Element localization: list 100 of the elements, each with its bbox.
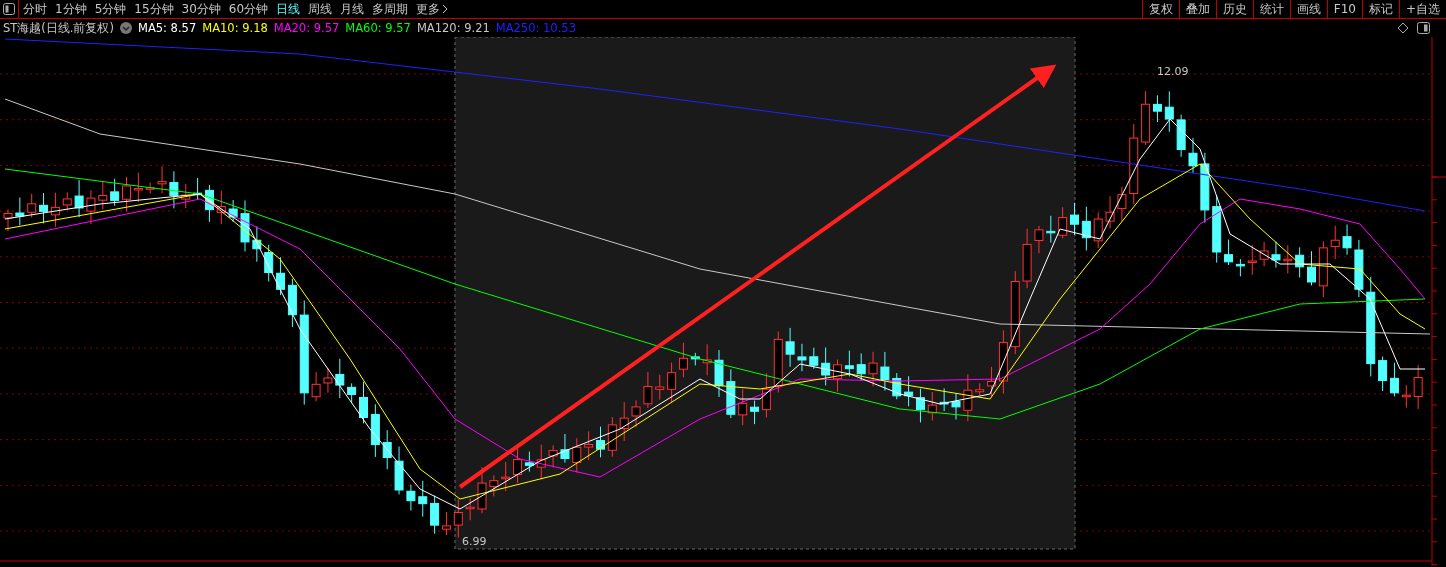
candlestick: [1271, 241, 1281, 269]
candlestick: [619, 401, 629, 442]
candlestick: [785, 327, 795, 368]
toolbar-button[interactable]: 历史: [1215, 0, 1253, 18]
candlestick: [1247, 244, 1257, 276]
candlestick: [228, 199, 238, 223]
candlestick: [678, 342, 688, 378]
candlestick: [714, 349, 724, 398]
candlestick: [915, 388, 925, 423]
candlestick: [39, 192, 49, 224]
candlestick: [797, 343, 807, 372]
candlestick: [181, 183, 191, 209]
panel-toggle-icon[interactable]: [1417, 22, 1430, 34]
candlestick: [311, 371, 321, 402]
candlestick: [15, 196, 25, 226]
candlestick: [963, 373, 973, 422]
candlestick: [927, 391, 937, 421]
candlestick: [868, 351, 878, 387]
period-tab[interactable]: 30分钟: [177, 0, 225, 18]
candlestick: [1105, 195, 1115, 229]
high-price-label: 12.09: [1157, 65, 1189, 78]
candlestick: [1307, 250, 1316, 286]
candlestick: [1034, 225, 1044, 254]
candlestick: [145, 182, 155, 194]
candlestick: [1354, 239, 1364, 298]
period-tab[interactable]: 分时: [19, 0, 51, 18]
candlestick: [1200, 152, 1210, 224]
candlestick: [1378, 356, 1388, 392]
candlestick: [359, 381, 368, 424]
candlestick: [833, 359, 842, 393]
candlestick: [264, 244, 274, 282]
candlestick: [1259, 241, 1269, 267]
candlestick: [110, 178, 120, 207]
candlestick: [276, 256, 286, 296]
candlestick: [880, 351, 890, 392]
candlestick: [252, 225, 262, 263]
candlestick: [1188, 137, 1198, 174]
candlestick: [773, 331, 783, 394]
candlestick: [1058, 206, 1068, 239]
candlestick: [1022, 228, 1032, 289]
toolbar-button[interactable]: 复权: [1141, 0, 1179, 18]
candlestick: [809, 347, 819, 370]
candlestick: [335, 358, 345, 399]
candlestick: [738, 388, 748, 426]
candlestick: [702, 343, 712, 376]
candlestick: [1164, 90, 1174, 133]
toolbar-button[interactable]: 统计: [1252, 0, 1290, 18]
indicator-value: MA5: 8.57: [137, 21, 197, 35]
period-tab[interactable]: 周线: [304, 0, 337, 18]
candlestick: [821, 346, 831, 386]
period-tab[interactable]: 多周期: [368, 0, 413, 18]
candlestick: [1330, 225, 1340, 260]
candlestick: [27, 193, 37, 219]
toolbar-button[interactable]: 画线: [1289, 0, 1327, 18]
low-price-label: 6.99: [462, 535, 487, 548]
candlestick: [169, 170, 179, 209]
candlestick: [548, 444, 558, 468]
period-tab[interactable]: 日线: [272, 0, 305, 18]
candlestick: [1117, 186, 1127, 222]
candlestick: [1176, 114, 1186, 158]
period-tab[interactable]: 60分钟: [224, 0, 273, 18]
panel-toggle-icon[interactable]: [0, 0, 19, 18]
candlestick: [1070, 202, 1079, 236]
candlestick: [133, 172, 143, 203]
candlestick: [904, 375, 914, 407]
candlestick: [856, 352, 866, 382]
diamond-icon[interactable]: [1397, 22, 1409, 34]
candlestick: [477, 466, 487, 514]
candlestick: [1318, 240, 1328, 298]
candlestick: [406, 484, 416, 512]
candlestick: [892, 372, 902, 400]
candlestick: [489, 474, 499, 497]
candlestick: [951, 393, 961, 421]
candlestick: [382, 429, 392, 470]
candlestick: [1342, 223, 1352, 256]
stock-title: ST海越(日线.前复权): [3, 20, 114, 36]
candlestick: [323, 367, 333, 394]
candlestick: [726, 368, 736, 419]
candlestick: [939, 387, 949, 412]
toolbar-button[interactable]: +自选: [1398, 0, 1446, 18]
period-tab[interactable]: 月线: [336, 0, 369, 18]
indicator-value: MA20: 9.57: [273, 21, 340, 35]
period-tab[interactable]: 15分钟: [130, 0, 178, 18]
toolbar-button[interactable]: 标记: [1361, 0, 1399, 18]
dropdown-icon[interactable]: [119, 22, 132, 34]
candlestick: [86, 189, 96, 225]
candlestick: [465, 497, 475, 521]
indicator-value: MA60: 9.57: [345, 21, 411, 35]
toolbar-button[interactable]: F10: [1326, 0, 1362, 18]
period-tab[interactable]: 5分钟: [90, 0, 131, 18]
period-tab[interactable]: 1分钟: [51, 0, 91, 18]
candlestick: [975, 382, 985, 396]
more-button[interactable]: 更多: [412, 0, 453, 18]
candlestick: [216, 190, 226, 225]
indicator-value: MA120: 9.21: [416, 21, 490, 35]
candlestick: [1046, 215, 1056, 244]
candlestick: [50, 192, 60, 228]
candlestick: [1081, 206, 1091, 251]
candlestick: [1413, 364, 1423, 410]
toolbar-button[interactable]: 叠加: [1178, 0, 1216, 18]
